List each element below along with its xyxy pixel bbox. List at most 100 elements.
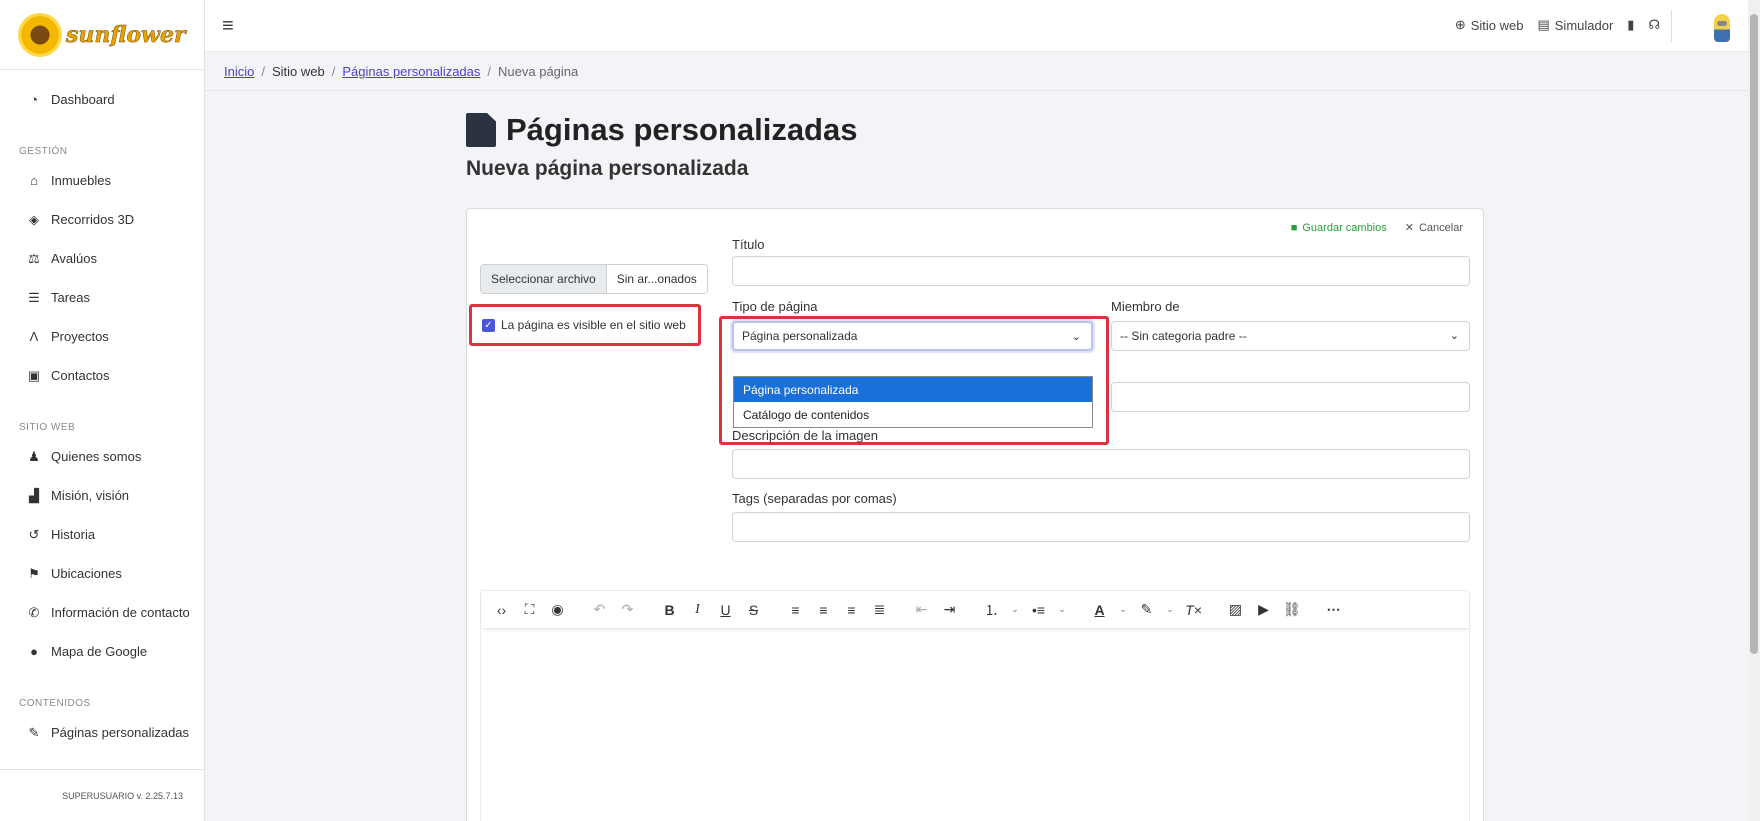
tipo-pagina-select[interactable]: Página personalizada ⌄ [732,321,1093,351]
code-view-icon[interactable]: ‹› [493,602,510,618]
sidebar-item-tareas[interactable]: ☰ Tareas [0,278,204,317]
sidebar-item-label: Información de contacto [51,605,190,620]
bold-icon[interactable]: B [661,602,678,618]
tipo-option-catalogo[interactable]: Catálogo de contenidos [734,402,1092,427]
book-button[interactable]: ▮ [1627,17,1634,33]
save-icon: ■ [1290,221,1298,234]
simulador-link[interactable]: ▤ Simulador [1537,17,1613,33]
sidebar-item-informacion-contacto[interactable]: ✆ Información de contacto [0,593,204,632]
sidebar-section-gestion: GESTIÓN [19,146,68,157]
dashboard-icon: ◔ [30,92,38,107]
breadcrumb: Inicio / Sitio web / Páginas personaliza… [224,64,578,79]
sidebar-item-contactos[interactable]: ▣ Contactos [0,356,204,395]
insert-link-icon[interactable]: ⛓ [1283,601,1301,618]
sidebar-item-label: Ubicaciones [51,566,122,581]
bullet-list-icon[interactable]: •≡ [1030,602,1047,618]
editor-toolbar: ‹› ⛶ ◉ ↶ ↷ B I U S ≡ ≡ ≡ ≣ ⇤ ⇥ ⒈ ⌄ •≡ ⌄ … [481,591,1469,629]
breadcrumb-separator: / [261,64,265,79]
logo-text: sunflower [66,21,186,48]
clear-format-icon[interactable]: T× [1185,602,1202,618]
insert-image-icon[interactable]: ▨ [1227,601,1244,618]
sidebar-item-avaluos[interactable]: ⚖ Avalúos [0,239,204,278]
sidebar-item-mapa-google[interactable]: ● Mapa de Google [0,632,204,671]
sidebar-item-inmuebles[interactable]: ⌂ Inmuebles [0,161,204,200]
undo-icon[interactable]: ↶ [591,601,608,618]
chevron-down-icon: ⌄ [1071,331,1081,343]
align-left-icon[interactable]: ≡ [787,602,804,618]
close-icon: ✕ [1404,222,1414,234]
scrollbar-thumb[interactable] [1750,14,1758,654]
fullscreen-icon[interactable]: ⛶ [521,601,538,618]
align-center-icon[interactable]: ≡ [815,602,832,618]
visible-checkbox[interactable]: ✓ [482,318,495,332]
sidebar-item-label: Misión, visión [51,488,130,503]
chevron-down-icon[interactable]: ⌄ [1058,604,1066,615]
avatar[interactable] [1714,14,1730,42]
sidebar-item-label: Dashboard [51,92,115,107]
support-button[interactable]: ☊ [1648,17,1660,33]
miembro-value: -- Sin categoria padre -- [1120,329,1247,343]
save-button[interactable]: ■ Guardar cambios [1291,221,1387,234]
sidebar-item-ubicaciones[interactable]: ⚑ Ubicaciones [0,554,204,593]
tipo-option-personalizada[interactable]: Página personalizada [734,377,1092,402]
align-right-icon[interactable]: ≡ [843,602,860,618]
preview-eye-icon[interactable]: ◉ [549,601,566,618]
rich-text-editor[interactable]: ‹› ⛶ ◉ ↶ ↷ B I U S ≡ ≡ ≡ ≣ ⇤ ⇥ ⒈ ⌄ •≡ ⌄ … [480,590,1470,821]
sidebar-item-proyectos[interactable]: Ʌ Proyectos [0,317,204,356]
page-title: Páginas personalizadas [466,112,857,148]
sidebar-item-label: Páginas personalizadas [51,725,190,740]
descripcion-input[interactable] [732,449,1470,479]
underline-icon[interactable]: U [717,602,734,618]
sidebar-item-recorridos[interactable]: ◈ Recorridos 3D [0,200,204,239]
sitio-web-link[interactable]: ⊕ Sitio web [1455,17,1524,33]
sidebar-item-quienes-somos[interactable]: ♟ Quienes somos [0,437,204,476]
sidebar-item-paginas-personalizadas[interactable]: ✎ Páginas personalizadas [0,713,204,752]
file-input[interactable]: Seleccionar archivo Sin ar...onados [480,264,708,294]
page-title-text: Páginas personalizadas [506,112,858,147]
breadcrumb-paginas[interactable]: Páginas personalizadas [342,64,480,79]
titulo-input[interactable] [732,256,1470,286]
user-tie-icon: ♟ [28,448,40,464]
compass-icon: Ʌ [29,329,39,344]
sidebar-item-dashboard[interactable]: ◔ Dashboard [0,80,204,119]
strikethrough-icon[interactable]: S [745,602,762,618]
more-options-icon[interactable]: ⋯ [1325,601,1342,618]
breadcrumb-inicio[interactable]: Inicio [224,64,254,79]
map-location-icon: ⚑ [28,565,40,581]
tags-input[interactable] [732,512,1470,542]
align-justify-icon[interactable]: ≣ [871,601,888,618]
insert-media-icon[interactable]: ▶ [1255,601,1272,618]
sidebar-item-historia[interactable]: ↺ Historia [0,515,204,554]
sidebar-item-label: Avalúos [51,251,98,266]
descripcion-label: Descripción de la imagen [732,428,878,443]
chevron-down-icon[interactable]: ⌄ [1119,604,1127,615]
menu-toggle-icon[interactable]: ≡ [222,15,234,38]
sidebar-item-label: Proyectos [51,329,109,344]
address-book-icon: ▣ [27,367,41,383]
page-scrollbar[interactable] [1748,0,1760,821]
chevron-down-icon[interactable]: ⌄ [1166,604,1174,615]
sidebar-item-mision-vision[interactable]: ▟ Misión, visión [0,476,204,515]
highlight-color-icon[interactable]: ✎ [1138,601,1155,618]
card-actions: ■ Guardar cambios ✕ Cancelar [1291,221,1463,235]
miembro-select[interactable]: -- Sin categoria padre -- ⌄ [1111,321,1470,351]
numbered-list-icon[interactable]: ⒈ [983,600,1000,620]
file-pen-icon [466,113,496,147]
save-label: Guardar cambios [1302,221,1387,234]
top-links: ⊕ Sitio web ▤ Simulador ▮ ☊ [1455,17,1660,33]
image-input[interactable] [1111,382,1470,412]
outdent-icon[interactable]: ⇤ [913,601,930,618]
italic-icon[interactable]: I [689,602,706,618]
task-list-icon: ☰ [28,289,40,305]
sidebar-section-contenidos: CONTENIDOS [19,698,91,709]
text-color-icon[interactable]: A [1091,602,1108,618]
indent-icon[interactable]: ⇥ [941,601,958,618]
sidebar-nav: ◔ Dashboard GESTIÓN ⌂ Inmuebles ◈ Recorr… [0,70,204,752]
redo-icon[interactable]: ↷ [619,601,636,618]
chevron-down-icon[interactable]: ⌄ [1011,604,1019,615]
sidebar-section-sitio-web: SITIO WEB [19,422,76,433]
cancel-button[interactable]: ✕ Cancelar [1404,221,1463,235]
logo[interactable]: sunflower [0,0,204,70]
sidebar-item-label: Quienes somos [51,449,142,464]
select-file-button[interactable]: Seleccionar archivo [481,265,607,293]
